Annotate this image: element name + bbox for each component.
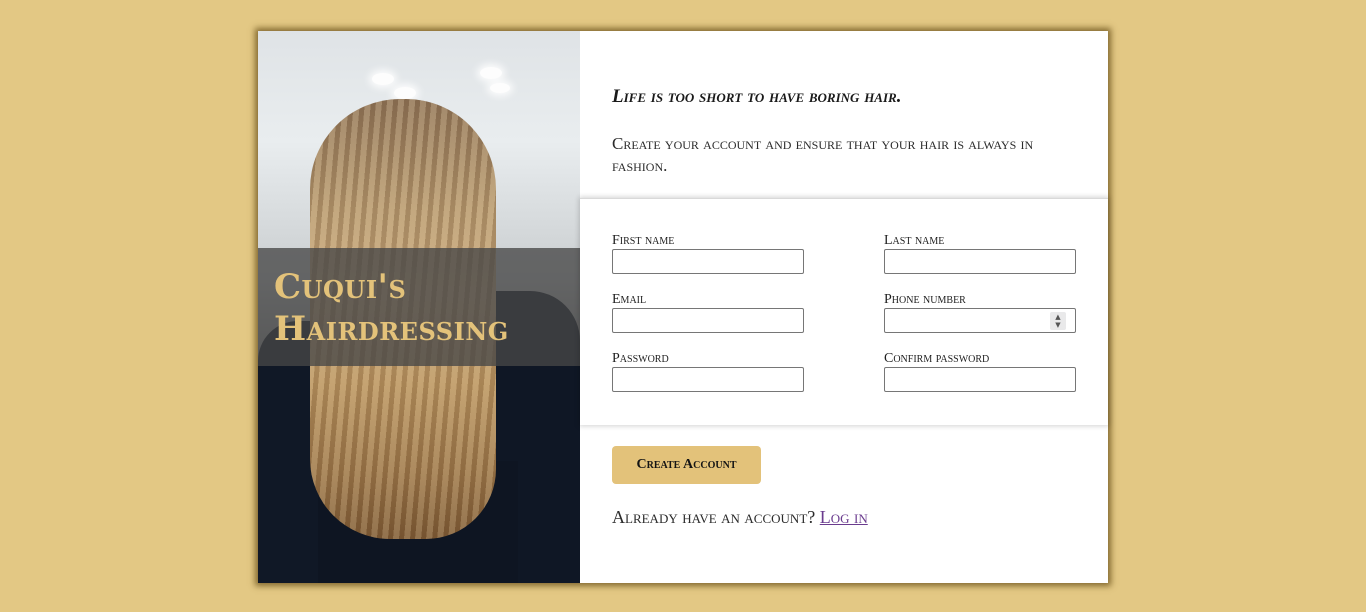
brand-name-line2: Hairdressing [274, 309, 509, 349]
phone-group: Phone number ▲ ▼ [884, 291, 1076, 333]
confirm-password-label: Confirm password [884, 351, 990, 366]
first-name-group: First name [612, 232, 804, 274]
signup-form: First name Last name Email Phone number … [580, 198, 1108, 425]
email-input[interactable] [612, 308, 804, 333]
last-name-input[interactable] [884, 249, 1076, 274]
hair-photo: Cuqui's Hairdressing [258, 31, 580, 583]
signup-card: Cuqui's Hairdressing Life is too short t… [258, 31, 1108, 583]
brand-name-line1: Cuqui's [274, 267, 407, 307]
confirm-password-group: Confirm password [884, 350, 1076, 392]
intro-text: Create your account and ensure that your… [612, 134, 1034, 175]
form-panel: Life is too short to have boring hair. C… [580, 31, 1108, 583]
brand-banner: Cuqui's Hairdressing [258, 248, 580, 366]
password-label: Password [612, 351, 669, 366]
confirm-password-input[interactable] [884, 367, 1076, 392]
login-prompt: Already have an account? Log in [612, 507, 868, 528]
phone-input[interactable] [884, 308, 1076, 333]
last-name-group: Last name [884, 232, 1076, 274]
phone-label: Phone number [884, 292, 966, 307]
email-label: Email [612, 292, 647, 307]
password-group: Password [612, 350, 804, 392]
spin-up-icon[interactable]: ▲ [1050, 313, 1066, 321]
last-name-label: Last name [884, 233, 945, 248]
first-name-label: First name [612, 233, 675, 248]
password-input[interactable] [612, 367, 804, 392]
tagline: Life is too short to have boring hair. [612, 86, 902, 107]
login-link[interactable]: Log in [820, 507, 868, 527]
email-group: Email [612, 291, 804, 333]
create-account-button[interactable]: Create Account [612, 446, 761, 484]
first-name-input[interactable] [612, 249, 804, 274]
number-spinner[interactable]: ▲ ▼ [1050, 312, 1066, 330]
login-prompt-text: Already have an account? [612, 507, 816, 527]
spin-down-icon[interactable]: ▼ [1050, 321, 1066, 329]
